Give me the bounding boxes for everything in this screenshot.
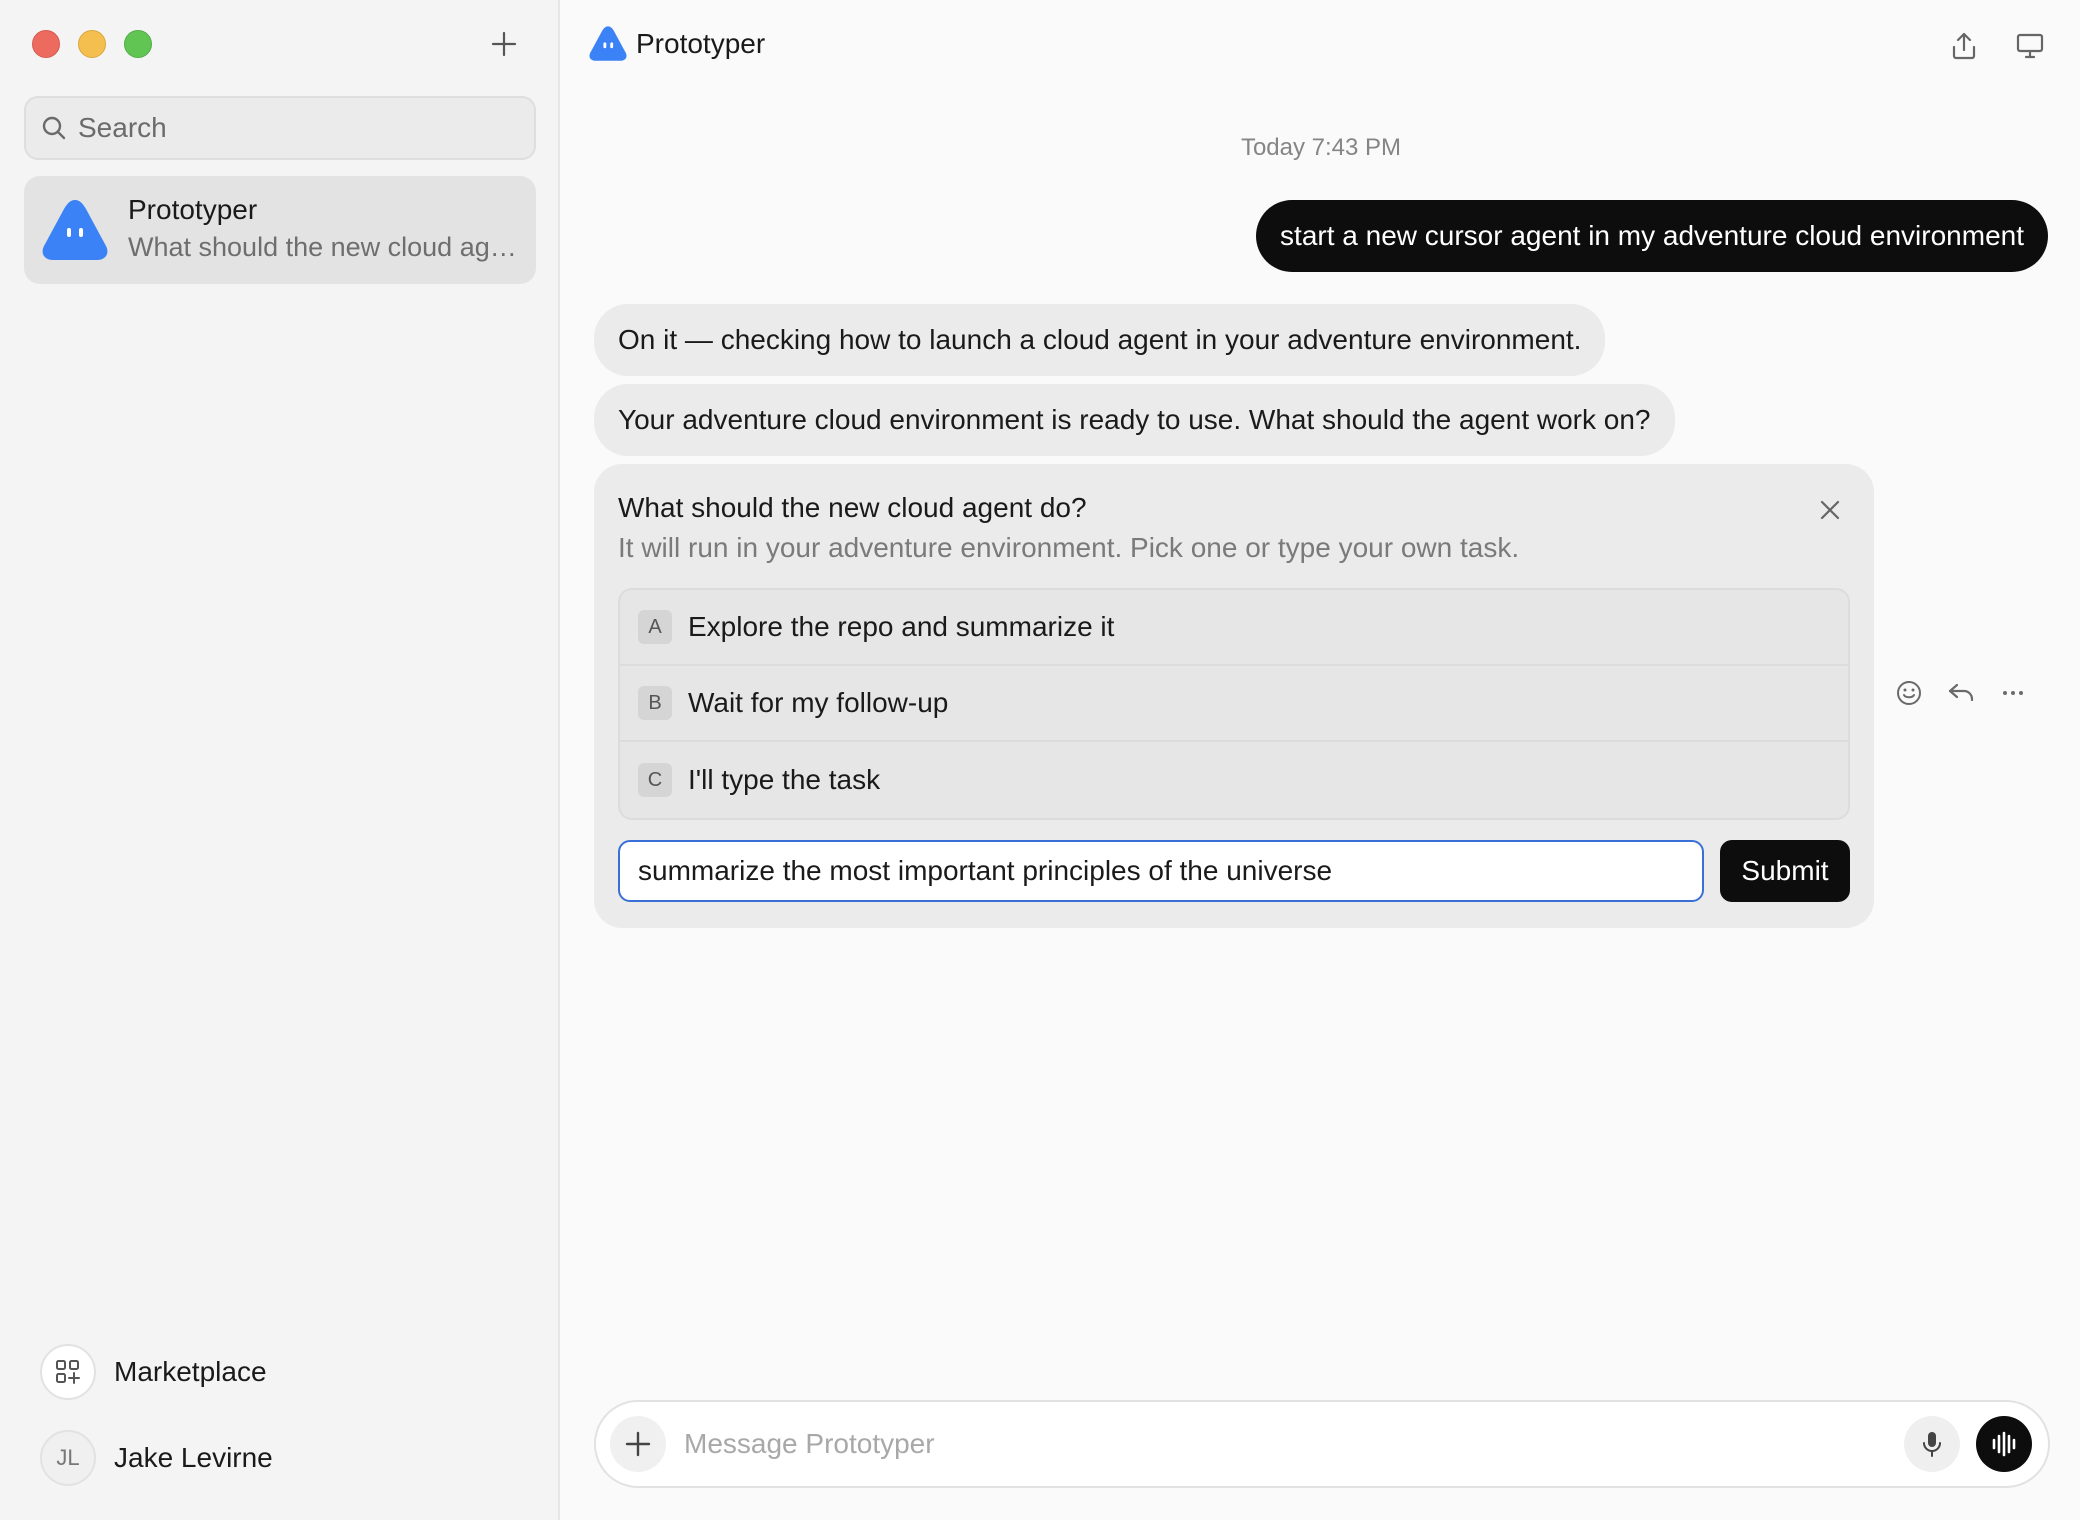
option-a[interactable]: A Explore the repo and summarize it xyxy=(620,590,1848,666)
more-button[interactable] xyxy=(1996,676,2030,710)
attach-button[interactable] xyxy=(610,1416,666,1472)
conversation-title: Prototyper xyxy=(128,194,258,225)
window-controls xyxy=(32,30,152,58)
search-placeholder: Search xyxy=(78,112,167,143)
marketplace-label: Marketplace xyxy=(114,1356,267,1387)
message-timestamp: Today 7:43 PM xyxy=(1240,134,1402,161)
search-icon xyxy=(42,116,66,140)
message-input[interactable] xyxy=(684,1416,1844,1472)
react-button[interactable] xyxy=(1892,676,1926,710)
search-field[interactable]: Search xyxy=(24,96,536,160)
prototyper-logo-icon xyxy=(589,26,627,61)
close-window-button[interactable] xyxy=(32,30,60,58)
minimize-window-button[interactable] xyxy=(78,30,106,58)
header: Prototyper xyxy=(562,0,2080,90)
assistant-message: Your adventure cloud environment is read… xyxy=(594,384,1675,456)
option-c[interactable]: C I'll type the task xyxy=(620,742,1848,818)
share-button[interactable] xyxy=(1942,24,1986,68)
new-chat-button[interactable] xyxy=(484,24,524,64)
avatar: JL xyxy=(40,1430,96,1486)
emoji-icon xyxy=(1897,681,1921,705)
page-title: Prototyper xyxy=(636,28,766,59)
option-b[interactable]: B Wait for my follow-up xyxy=(620,666,1848,742)
custom-task-input[interactable] xyxy=(618,840,1704,902)
maximize-window-button[interactable] xyxy=(124,30,152,58)
share-icon xyxy=(1952,32,1976,60)
submit-button[interactable]: Submit xyxy=(1720,840,1850,902)
plus-icon xyxy=(491,31,517,57)
plus-icon xyxy=(625,1431,651,1457)
option-label: Explore the repo and summarize it xyxy=(688,611,1115,642)
reply-button[interactable] xyxy=(1944,676,1978,710)
voice-mode-button[interactable] xyxy=(1976,1416,2032,1472)
question-subtitle: It will run in your adventure environmen… xyxy=(618,532,1520,563)
marketplace-link[interactable]: Marketplace xyxy=(40,1344,267,1400)
reply-icon xyxy=(1948,683,1974,702)
waveform-icon xyxy=(1992,1431,2016,1457)
conversation-item-prototyper[interactable]: Prototyper What should the new cloud age… xyxy=(24,176,536,284)
monitor-icon xyxy=(2016,33,2044,59)
close-icon xyxy=(1820,500,1840,520)
microphone-icon xyxy=(1923,1432,1941,1457)
prototyper-logo-icon xyxy=(42,200,108,260)
option-label: Wait for my follow-up xyxy=(688,687,949,718)
close-card-button[interactable] xyxy=(1812,492,1848,528)
option-key: A xyxy=(638,610,672,644)
user-name: Jake Levirne xyxy=(114,1442,273,1473)
message-composer xyxy=(594,1400,2050,1488)
conversation-preview: What should the new cloud agent do? xyxy=(128,232,524,262)
option-label: I'll type the task xyxy=(688,764,881,795)
chat-panel: Prototyper Today 7:43 PM start a new cur… xyxy=(562,0,2080,1520)
sidebar: Search Prototyper What should the new cl… xyxy=(0,0,560,1520)
option-key: B xyxy=(638,686,672,720)
option-key: C xyxy=(638,763,672,797)
assistant-message: On it — checking how to launch a cloud a… xyxy=(594,304,1606,376)
option-list: A Explore the repo and summarize it B Wa… xyxy=(618,588,1850,820)
question-card: What should the new cloud agent do? It w… xyxy=(594,464,1874,928)
display-button[interactable] xyxy=(2008,24,2052,68)
app-window: Search Prototyper What should the new cl… xyxy=(0,0,2080,1520)
more-icon xyxy=(2003,691,2023,695)
marketplace-icon xyxy=(40,1344,96,1400)
user-profile[interactable]: JL Jake Levirne xyxy=(40,1430,273,1486)
message-actions xyxy=(1892,676,2030,710)
microphone-button[interactable] xyxy=(1904,1416,1960,1472)
question-title: What should the new cloud agent do? xyxy=(618,492,1087,523)
user-message: start a new cursor agent in my adventure… xyxy=(1256,200,2048,272)
